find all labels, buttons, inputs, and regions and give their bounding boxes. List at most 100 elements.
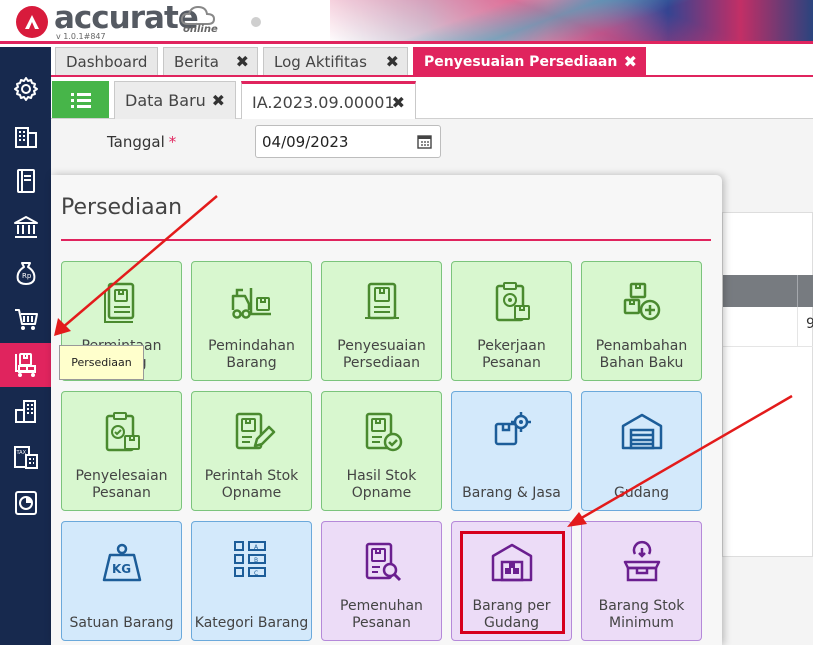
money-bag-icon: Rp — [16, 262, 35, 285]
panel-title: Persediaan — [61, 195, 183, 220]
menu-tile-barang-jasa[interactable]: Barang & Jasa — [451, 391, 572, 511]
tile-label: Gudang — [614, 485, 669, 501]
sidebar: Rp TAX — [0, 47, 51, 645]
sidebar-item-bank[interactable] — [0, 205, 51, 249]
subtab-ia-2023-09-00001[interactable]: IA.2023.09.00001 ✖ — [241, 81, 416, 120]
list-view-button[interactable] — [52, 81, 109, 118]
sidebar-item-assets[interactable] — [0, 389, 51, 433]
close-icon[interactable]: ✖ — [624, 52, 637, 71]
panel-divider — [61, 239, 711, 241]
tile-label: Pekerjaan Pesanan — [477, 338, 546, 371]
close-icon[interactable]: ✖ — [392, 93, 405, 112]
tile-label: Penambahan Bahan Baku — [595, 338, 688, 371]
sidebar-item-purchase[interactable] — [0, 297, 51, 341]
tab-berita[interactable]: Berita ✖ — [163, 47, 258, 75]
tab-label: Penyesuaian Persediaan — [424, 53, 618, 70]
tile-label: Barang & Jasa — [462, 485, 561, 501]
detail-table: 9 — [722, 212, 813, 557]
tile-label: Pemenuhan Pesanan — [340, 598, 423, 631]
svg-text:Rp: Rp — [22, 272, 32, 280]
tile-label: Perintah Stok Opname — [204, 468, 299, 501]
menu-tile-satuan-barang[interactable]: KG Satuan Barang — [61, 521, 182, 641]
sidebar-item-company[interactable] — [0, 114, 51, 158]
close-icon[interactable]: ✖ — [386, 52, 399, 71]
tax-calculator-icon: TAX — [13, 446, 38, 469]
tile-label: Penyelesaian Pesanan — [75, 468, 168, 501]
sub-tabbar: Data Baru ✖ IA.2023.09.00001 ✖ — [51, 77, 813, 120]
app-header: accurate online v 1.0.1#847 — [0, 0, 813, 44]
header-pattern — [330, 0, 813, 41]
menu-tile-pekerjaan-pesanan[interactable]: Pekerjaan Pesanan — [451, 261, 572, 381]
menu-tile-pemindahan-barang[interactable]: Pemindahan Barang — [191, 261, 312, 381]
book-icon — [16, 169, 35, 193]
menu-tile-pemenuhan-pesanan[interactable]: Pemenuhan Pesanan — [321, 521, 442, 641]
menu-tile-penyesuaian-persediaan[interactable]: Penyesuaian Persediaan — [321, 261, 442, 381]
request-document-icon — [104, 282, 135, 323]
menu-tile-penambahan-bahan-baku[interactable]: Penambahan Bahan Baku — [581, 261, 702, 381]
app-version: v 1.0.1#847 — [56, 32, 106, 41]
tile-label: Barang per Gudang — [472, 598, 551, 631]
sidebar-item-ledger[interactable] — [0, 159, 51, 203]
tanggal-label: Tanggal * — [107, 133, 176, 151]
menu-tile-barang-stok-minimum[interactable]: Barang Stok Minimum — [581, 521, 702, 641]
tile-label: Kategori Barang — [194, 615, 309, 631]
forklift-icon — [231, 288, 271, 319]
sidebar-item-sales[interactable]: Rp — [0, 251, 51, 295]
menu-tile-hasil-stok-opname[interactable]: Hasil Stok Opname — [321, 391, 442, 511]
sidebar-item-inventory[interactable] — [0, 343, 51, 387]
weight-kg-icon: KG — [102, 543, 142, 582]
app-logo-text: accurate — [54, 0, 199, 36]
sidebar-item-settings[interactable] — [0, 67, 51, 111]
sidebar-item-reports[interactable] — [0, 481, 51, 525]
cart-icon — [14, 309, 38, 330]
subtab-label: Data Baru — [125, 91, 206, 110]
tab-penyesuaian-persediaan[interactable]: Penyesuaian Persediaan ✖ — [413, 47, 646, 75]
close-icon[interactable]: ✖ — [212, 91, 225, 110]
subtab-label: IA.2023.09.00001 — [252, 92, 395, 112]
add-material-icon — [623, 282, 661, 321]
tab-log-aktifitas[interactable]: Log Aktifitas ✖ — [263, 47, 408, 75]
category-icon: ABC — [234, 541, 266, 577]
menu-tile-kategori-barang[interactable]: ABC Kategori Barang — [191, 521, 312, 641]
tile-label: Hasil Stok Opname — [346, 468, 417, 501]
goods-per-warehouse-icon — [491, 543, 533, 582]
subtab-data-baru[interactable]: Data Baru ✖ — [114, 81, 236, 119]
tab-label: Log Aktifitas — [274, 52, 367, 71]
menu-tile-gudang[interactable]: Gudang — [581, 391, 702, 511]
warehouse-icon — [621, 413, 663, 450]
tile-label: Barang Stok Minimum — [598, 598, 685, 631]
menu-tile-perintah-stok-opname[interactable]: Perintah Stok Opname — [191, 391, 312, 511]
svg-text:KG: KG — [112, 562, 131, 576]
asset-building-icon — [14, 400, 36, 423]
pie-report-icon — [14, 491, 37, 515]
accurate-logo-icon — [16, 6, 48, 38]
sidebar-tooltip: Persediaan — [59, 345, 144, 380]
tab-label: Dashboard — [66, 52, 148, 71]
tile-label: Pemindahan Barang — [208, 338, 295, 371]
sidebar-item-tax[interactable]: TAX — [0, 435, 51, 479]
svg-text:TAX: TAX — [15, 450, 26, 456]
main-tabbar: Dashboard Berita ✖ Log Aktifitas ✖ Penye… — [51, 47, 813, 77]
menu-tile-penyelesaian-pesanan[interactable]: Penyelesaian Pesanan — [61, 391, 182, 511]
minimum-stock-icon — [623, 540, 661, 582]
tanggal-value: 04/09/2023 — [262, 132, 349, 151]
table-header — [723, 275, 813, 307]
calendar-icon[interactable] — [417, 134, 432, 149]
status-dot — [251, 17, 261, 27]
close-icon[interactable]: ✖ — [236, 52, 249, 71]
tab-dashboard[interactable]: Dashboard — [55, 47, 158, 75]
tanggal-date-field[interactable]: 04/09/2023 — [255, 125, 441, 158]
order-fulfillment-icon — [365, 542, 402, 582]
required-mark: * — [168, 133, 177, 151]
bank-icon — [13, 216, 38, 238]
tile-label: Penyesuaian Persediaan — [337, 338, 426, 371]
tab-label: Berita — [174, 52, 219, 71]
tanggal-label-text: Tanggal — [107, 133, 165, 151]
building-icon — [14, 127, 37, 148]
menu-tile-barang-per-gudang[interactable]: Barang per Gudang — [451, 521, 572, 641]
svg-text:B: B — [254, 557, 258, 564]
svg-text:C: C — [254, 570, 258, 577]
inventory-icon — [14, 353, 36, 377]
table-cell: 9 — [806, 316, 813, 332]
app-logo-suffix: online — [183, 24, 218, 35]
